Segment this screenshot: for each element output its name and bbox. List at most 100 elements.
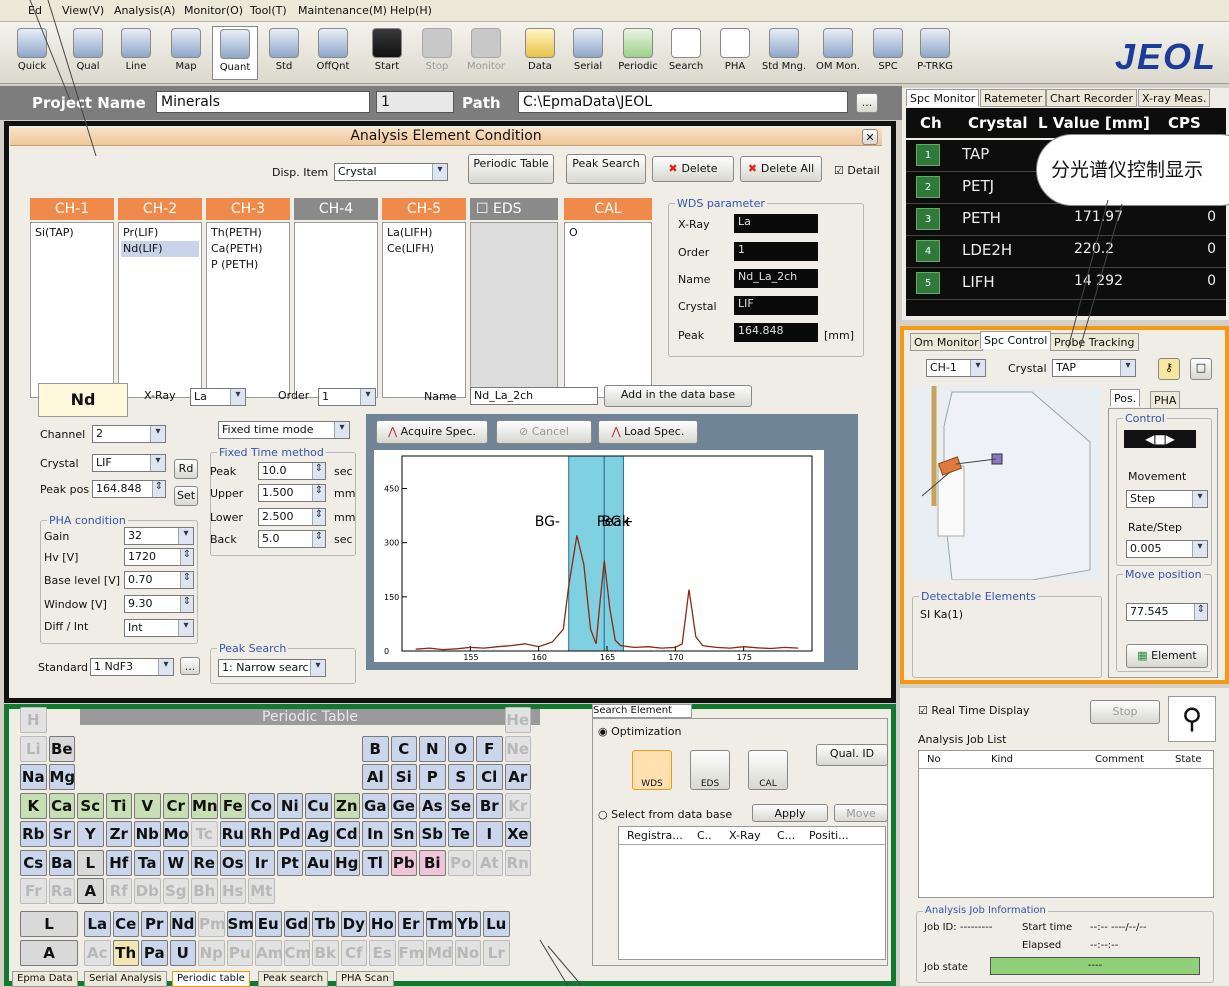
element-cell[interactable]: L — [77, 849, 104, 876]
element-cell[interactable]: Tl — [362, 849, 389, 876]
element-cell[interactable]: Ru — [219, 821, 246, 847]
element-cell[interactable]: Cr — [162, 792, 189, 819]
list-item[interactable]: Si(TAP) — [33, 225, 111, 241]
element-cell[interactable]: Bi — [419, 849, 446, 876]
element-cell[interactable]: Si — [390, 764, 417, 790]
menu-maintenance[interactable]: Maintenance(M) — [298, 4, 387, 17]
line-button[interactable]: Line — [118, 26, 154, 80]
element-cell[interactable]: Au — [305, 849, 332, 876]
element-cell[interactable]: U — [169, 940, 196, 966]
cancel-button[interactable]: ⊘ Cancel — [496, 420, 592, 444]
element-cell[interactable]: Pu — [226, 940, 253, 966]
element-cell[interactable]: Bh — [191, 878, 218, 904]
optimization-radio[interactable]: ◉ Optimization — [598, 725, 681, 738]
eds-header[interactable]: ☐ EDS — [470, 198, 558, 220]
element-cell[interactable]: Pb — [390, 849, 417, 876]
element-cell[interactable]: P — [419, 764, 446, 790]
gain-select[interactable]: 32 — [124, 527, 194, 545]
quant-button[interactable]: Quant — [212, 26, 258, 80]
mode-select[interactable]: Fixed time mode — [218, 421, 350, 439]
spectrum-chart[interactable]: 155 160 165 170 1750150300450 BG- Peak BG+ — [374, 450, 824, 662]
element-cell[interactable]: Rf — [105, 878, 132, 904]
element-cell[interactable]: V — [134, 792, 161, 819]
tab-ratemeter[interactable]: Ratemeter — [980, 89, 1047, 107]
element-cell[interactable]: B — [362, 735, 389, 762]
move-button[interactable]: Move — [834, 804, 888, 822]
tab-spc-control[interactable]: Spc Control — [980, 331, 1052, 349]
ch5-header[interactable]: CH-5 — [382, 198, 466, 220]
element-cell[interactable]: No — [454, 940, 481, 966]
element-cell[interactable]: Na — [20, 764, 47, 790]
crystal-select[interactable]: LIF — [92, 454, 166, 472]
ch-button[interactable]: 3 — [916, 208, 940, 230]
element-cell[interactable]: Ir — [248, 849, 275, 876]
quick-button[interactable]: Quick — [14, 26, 50, 80]
set-button[interactable]: Set — [174, 486, 198, 506]
ch1-header[interactable]: CH-1 — [30, 198, 114, 220]
tab-pha[interactable]: PHA — [1150, 391, 1181, 409]
element-cell[interactable]: Am — [255, 940, 283, 966]
element-cell[interactable]: Eu — [255, 911, 282, 937]
element-cell[interactable]: Ho — [369, 911, 396, 937]
stop-button[interactable]: Stop — [420, 26, 454, 80]
element-cell[interactable]: Se — [447, 792, 474, 819]
peak-search-button[interactable]: Peak Search — [566, 154, 646, 184]
element-cell[interactable]: Sr — [48, 821, 75, 847]
key-icon[interactable]: ⚷ — [1158, 358, 1180, 380]
jog-control[interactable]: ◀■▶ — [1124, 430, 1196, 448]
element-cell[interactable]: Ti — [105, 792, 132, 819]
ch-button[interactable]: 4 — [916, 240, 940, 262]
rd-button[interactable]: Rd — [174, 459, 198, 479]
ftm-lower-input[interactable]: 2.500 — [258, 508, 326, 526]
list-item[interactable]: Ca(PETH) — [209, 241, 287, 257]
ch1-list[interactable]: Si(TAP) — [30, 222, 114, 398]
tab-element[interactable]: Element — [631, 705, 672, 716]
element-cell[interactable]: Nb — [134, 821, 161, 847]
element-cell[interactable]: Fr — [20, 878, 47, 904]
standard-select[interactable]: 1 NdF3 — [90, 658, 174, 676]
element-cell[interactable]: A — [77, 878, 104, 904]
tab-epma-data[interactable]: Epma Data — [12, 971, 78, 987]
element-cell[interactable]: Ca — [48, 792, 75, 819]
ftm-back-input[interactable]: 5.0 — [258, 530, 326, 548]
tab-serial-analysis[interactable]: Serial Analysis — [84, 971, 167, 987]
element-cell[interactable]: Sn — [390, 821, 417, 847]
periodic-button[interactable]: Periodic — [616, 26, 660, 80]
peak-search-select[interactable]: 1: Narrow searc — [218, 659, 326, 677]
map-button[interactable]: Map — [168, 26, 204, 80]
channel-select[interactable]: 2 — [92, 425, 166, 443]
acquire-spec-button[interactable]: ⋀ Acquire Spec. — [376, 420, 488, 444]
element-cell[interactable]: Ar — [504, 764, 531, 790]
tab-pos[interactable]: Pos. — [1110, 389, 1141, 407]
tab-pha-scan[interactable]: PHA Scan — [336, 971, 394, 987]
element-cell[interactable]: Cu — [305, 792, 332, 819]
element-cell[interactable]: Pr — [141, 911, 168, 937]
ch3-list[interactable]: Th(PETH) Ca(PETH) P (PETH) — [206, 222, 290, 398]
search-button[interactable]: Search — [666, 26, 706, 80]
element-cell[interactable]: He — [504, 707, 531, 733]
cal-header[interactable]: CAL — [564, 198, 652, 220]
ch3-header[interactable]: CH-3 — [206, 198, 290, 220]
element-cell[interactable]: Mt — [248, 878, 275, 904]
tab-search[interactable]: Search — [593, 705, 627, 716]
element-cell[interactable]: Al — [362, 764, 389, 790]
element-cell[interactable]: Ne — [504, 735, 531, 762]
element-cell[interactable]: Ra — [48, 878, 75, 904]
std-button[interactable]: Std — [266, 26, 302, 80]
diff-int-select[interactable]: Int — [124, 619, 194, 637]
close-icon[interactable]: ✕ — [862, 129, 878, 145]
qual-id-button[interactable]: Qual. ID — [816, 744, 888, 766]
element-cell[interactable]: Cs — [20, 849, 47, 876]
element-cell[interactable]: Es — [369, 940, 396, 966]
element-cell[interactable]: Mo — [162, 821, 189, 847]
element-cell[interactable]: S — [447, 764, 474, 790]
element-cell[interactable]: H — [20, 707, 47, 733]
element-cell[interactable]: Ge — [390, 792, 417, 819]
order-select[interactable]: 1 — [318, 388, 376, 406]
element-cell[interactable]: Cl — [476, 764, 503, 790]
element-cell[interactable]: Cd — [333, 821, 360, 847]
element-cell[interactable]: Sm — [226, 911, 254, 937]
element-cell[interactable]: Cm — [283, 940, 311, 966]
element-cell[interactable]: Br — [476, 792, 503, 819]
spc-button[interactable]: SPC — [872, 26, 904, 80]
